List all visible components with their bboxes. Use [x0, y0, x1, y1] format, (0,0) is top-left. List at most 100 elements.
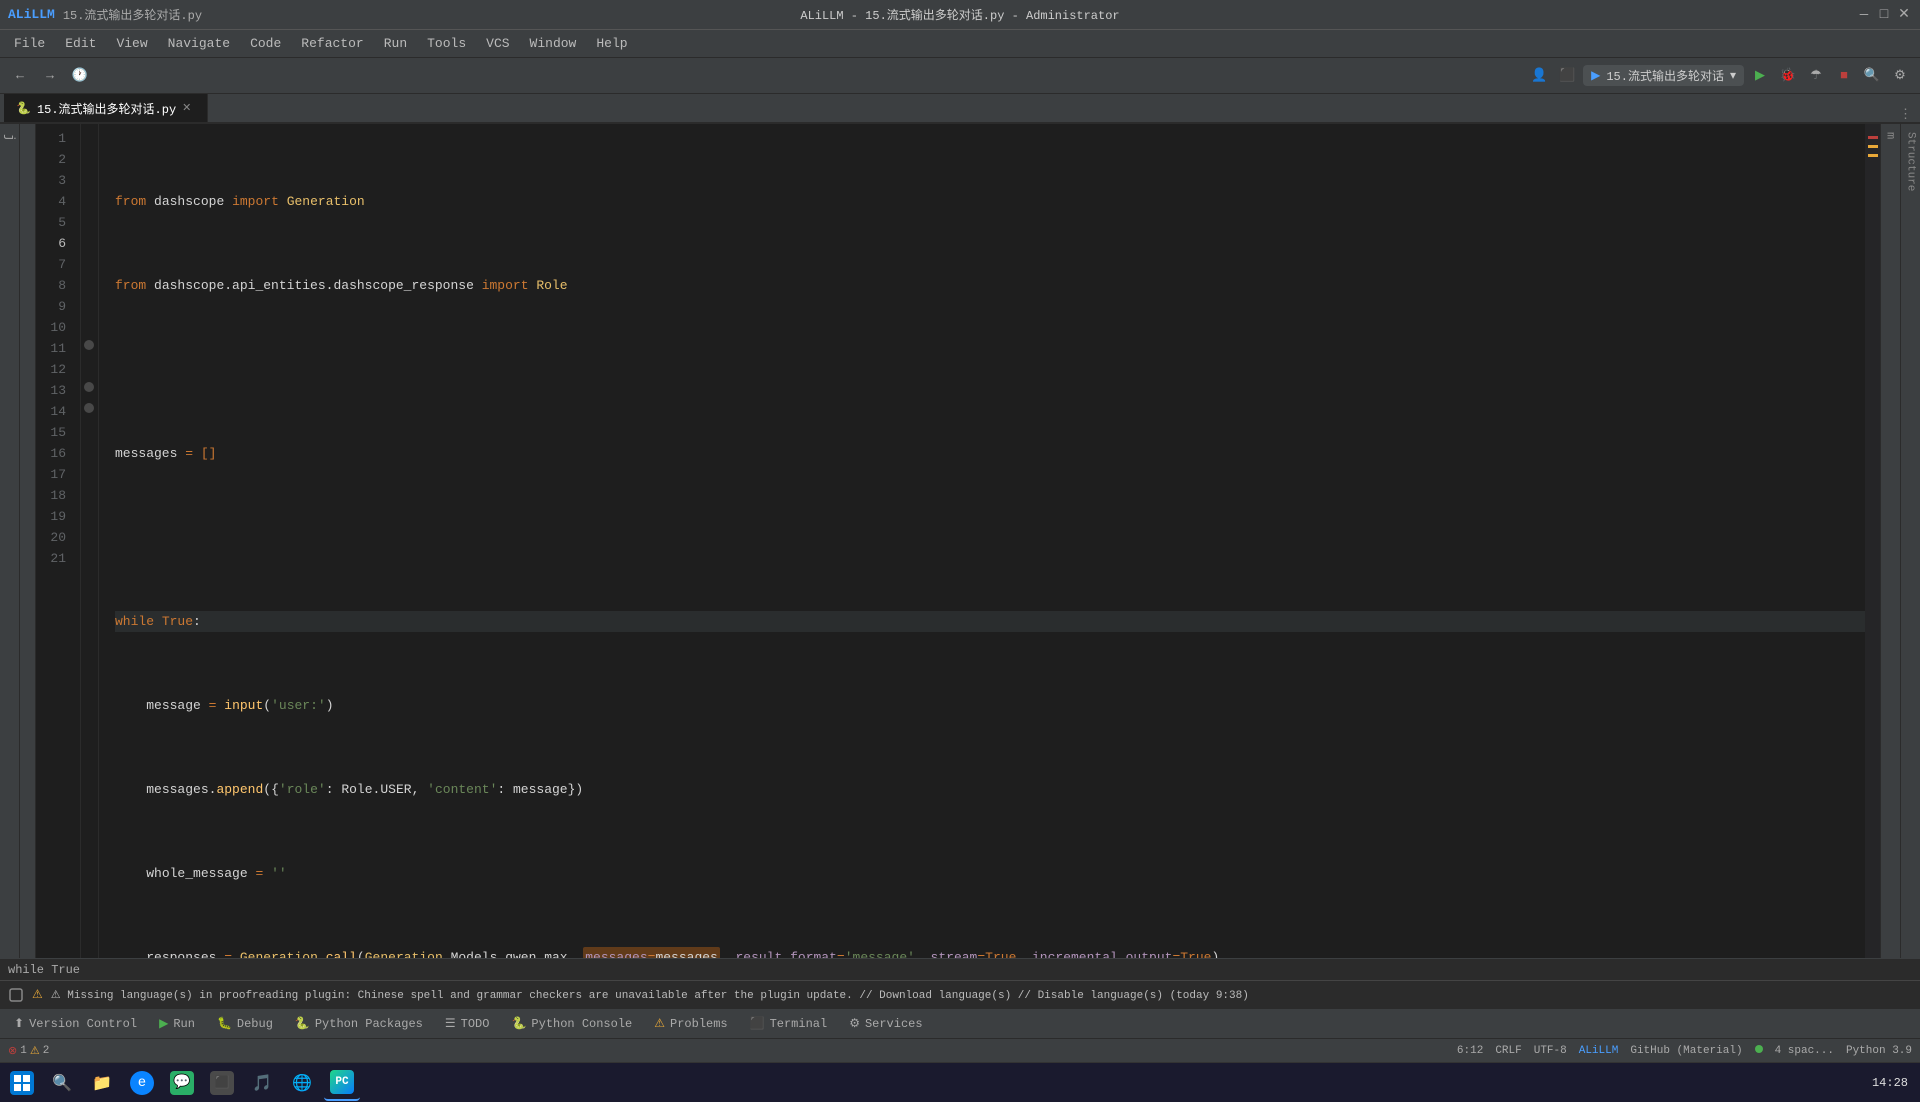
minimize-button[interactable]: — — [1856, 7, 1872, 23]
toolbar-left: ← → 🕐 — [8, 64, 92, 88]
windows-logo — [10, 1071, 34, 1095]
structure-panel: Structure — [1900, 124, 1920, 958]
taskbar-start-button[interactable] — [4, 1065, 40, 1101]
run-icon: ▶ — [159, 1016, 168, 1031]
version-control-icon: ⬆ — [14, 1016, 24, 1031]
code-line-1: from dashscope import Generation — [115, 191, 1865, 212]
status-bar: ⊗ 1 ⚠ 2 6:12 CRLF UTF-8 ALiLLM GitHub (M… — [0, 1038, 1920, 1062]
close-button[interactable]: ✕ — [1896, 7, 1912, 23]
menu-refactor[interactable]: Refactor — [291, 32, 373, 55]
tab-debug-label: Debug — [237, 1017, 273, 1031]
title-bar: ALiLLM 15.流式输出多轮对话.py ALiLLM - 15.流式输出多轮… — [0, 0, 1920, 30]
taskbar-pycharm[interactable]: PC — [324, 1065, 360, 1101]
line-num-19: 19 — [36, 506, 72, 527]
tab-run-label: Run — [173, 1017, 195, 1031]
menu-vcs[interactable]: VCS — [476, 32, 519, 55]
warning-icon: ⚠ — [32, 987, 43, 1002]
menu-help[interactable]: Help — [586, 32, 637, 55]
editor-tab-active[interactable]: 🐍 15.流式输出多轮对话.py ✕ — [4, 94, 208, 122]
warning-count: 2 — [43, 1045, 50, 1057]
recent-files-button[interactable]: 🕐 — [68, 64, 92, 88]
menu-file[interactable]: File — [4, 32, 55, 55]
tab-python-packages[interactable]: 🐍 Python Packages — [285, 1011, 433, 1037]
menu-code[interactable]: Code — [240, 32, 291, 55]
vcs-status[interactable]: GitHub (Material) — [1630, 1045, 1742, 1057]
encoding[interactable]: UTF-8 — [1534, 1045, 1567, 1057]
todo-icon: ☰ — [445, 1016, 456, 1031]
tab-icon: 🐍 — [16, 101, 31, 116]
cursor-position[interactable]: 6:12 — [1457, 1045, 1483, 1057]
tab-close-button[interactable]: ✕ — [182, 101, 191, 115]
forward-button[interactable]: → — [38, 64, 62, 88]
tab-version-control[interactable]: ⬆ Version Control — [4, 1011, 147, 1037]
title-bar-left: ALiLLM 15.流式输出多轮对话.py — [8, 6, 202, 23]
language-mode[interactable]: Python 3.9 — [1846, 1045, 1912, 1057]
tab-services-label: Services — [865, 1017, 923, 1031]
indent-setting[interactable]: 4 spac... — [1775, 1045, 1834, 1057]
code-line-9: whole_message = '' — [115, 863, 1865, 884]
python-packages-icon: 🐍 — [295, 1016, 310, 1031]
tab-run[interactable]: ▶ Run — [149, 1011, 205, 1037]
structure-label[interactable]: Structure — [1903, 124, 1919, 199]
app-logo: ALiLLM — [8, 7, 55, 22]
error-count-icon: ⊗ — [8, 1044, 17, 1058]
settings-button[interactable]: ⚙ — [1888, 64, 1912, 88]
toolbar: ← → 🕐 👤 ⬛ ▶ 15.流式输出多轮对话 ▾ ▶ 🐞 ☂ ■ 🔍 ⚙ — [0, 58, 1920, 94]
tab-services[interactable]: ⚙ Services — [839, 1011, 932, 1037]
tab-more-button[interactable]: ⋮ — [1891, 107, 1920, 122]
run-button[interactable]: ▶ — [1748, 64, 1772, 88]
tab-python-console[interactable]: 🐍 Python Console — [501, 1011, 642, 1037]
line-num-15: 15 — [36, 422, 72, 443]
taskbar-search-button[interactable]: 🔍 — [44, 1065, 80, 1101]
pycharm-icon: PC — [330, 1070, 354, 1094]
code-editor[interactable]: from dashscope import Generation from da… — [99, 124, 1865, 958]
plugin-icon[interactable]: ⬛ — [1555, 64, 1579, 88]
back-button[interactable]: ← — [8, 64, 32, 88]
menu-bar: File Edit View Navigate Code Refactor Ru… — [0, 30, 1920, 58]
stop-button[interactable]: ■ — [1832, 64, 1856, 88]
plugin-name[interactable]: ALiLLM — [1579, 1045, 1619, 1057]
editor-area[interactable]: 1 2 3 4 5 6 7 8 9 10 11 12 13 14 15 16 1… — [36, 124, 1880, 958]
taskbar-app-8[interactable]: 🌐 — [284, 1065, 320, 1101]
menu-tools[interactable]: Tools — [417, 32, 476, 55]
menu-window[interactable]: Window — [520, 32, 587, 55]
problems-icon: ⚠ — [654, 1016, 665, 1031]
menu-edit[interactable]: Edit — [55, 32, 106, 55]
line-num-1: 1 — [36, 128, 72, 149]
taskbar-wechat[interactable]: 💬 — [164, 1065, 200, 1101]
file-path-breadcrumb: 15.流式输出多轮对话.py — [63, 6, 202, 23]
taskbar-app-7[interactable]: 🎵 — [244, 1065, 280, 1101]
line-num-7: 7 — [36, 254, 72, 275]
line-num-16: 16 — [36, 443, 72, 464]
status-warnings[interactable]: ⊗ 1 ⚠ 2 — [8, 1044, 49, 1058]
run-config-selector[interactable]: ▶ 15.流式输出多轮对话 ▾ — [1583, 65, 1744, 86]
line-num-2: 2 — [36, 149, 72, 170]
search-toolbar-button[interactable]: 🔍 — [1860, 64, 1884, 88]
tab-todo-label: TODO — [461, 1017, 490, 1031]
menu-view[interactable]: View — [106, 32, 157, 55]
tab-todo[interactable]: ☰ TODO — [435, 1011, 500, 1037]
window-title: ALiLLM - 15.流式输出多轮对话.py - Administrator — [800, 6, 1119, 23]
run-config-dropdown-icon[interactable]: ▾ — [1730, 68, 1736, 83]
taskbar-edge-browser[interactable]: e — [124, 1065, 160, 1101]
status-left: ⊗ 1 ⚠ 2 — [8, 1044, 49, 1058]
tab-debug[interactable]: 🐛 Debug — [207, 1011, 283, 1037]
taskbar: 🔍 📁 e 💬 ⬛ 🎵 🌐 PC 14:28 — [0, 1062, 1920, 1102]
warning-checkbox[interactable] — [8, 987, 24, 1003]
maximize-button[interactable]: □ — [1876, 7, 1892, 23]
taskbar-terminal[interactable]: ⬛ — [204, 1065, 240, 1101]
taskbar-file-explorer[interactable]: 📁 — [84, 1065, 120, 1101]
menu-run[interactable]: Run — [374, 32, 417, 55]
tab-terminal[interactable]: ⬛ Terminal — [740, 1011, 838, 1037]
warning-marker-2 — [1868, 154, 1878, 157]
menu-navigate[interactable]: Navigate — [158, 32, 240, 55]
line-ending[interactable]: CRLF — [1495, 1045, 1521, 1057]
line-num-12: 12 — [36, 359, 72, 380]
line-num-18: 18 — [36, 485, 72, 506]
debug-button[interactable]: 🐞 — [1776, 64, 1800, 88]
right-sidebar: Bookmarks — [1880, 124, 1900, 958]
scope-text: while True — [8, 963, 80, 977]
user-icon[interactable]: 👤 — [1527, 64, 1551, 88]
tab-problems[interactable]: ⚠ Problems — [644, 1011, 737, 1037]
coverage-button[interactable]: ☂ — [1804, 64, 1828, 88]
